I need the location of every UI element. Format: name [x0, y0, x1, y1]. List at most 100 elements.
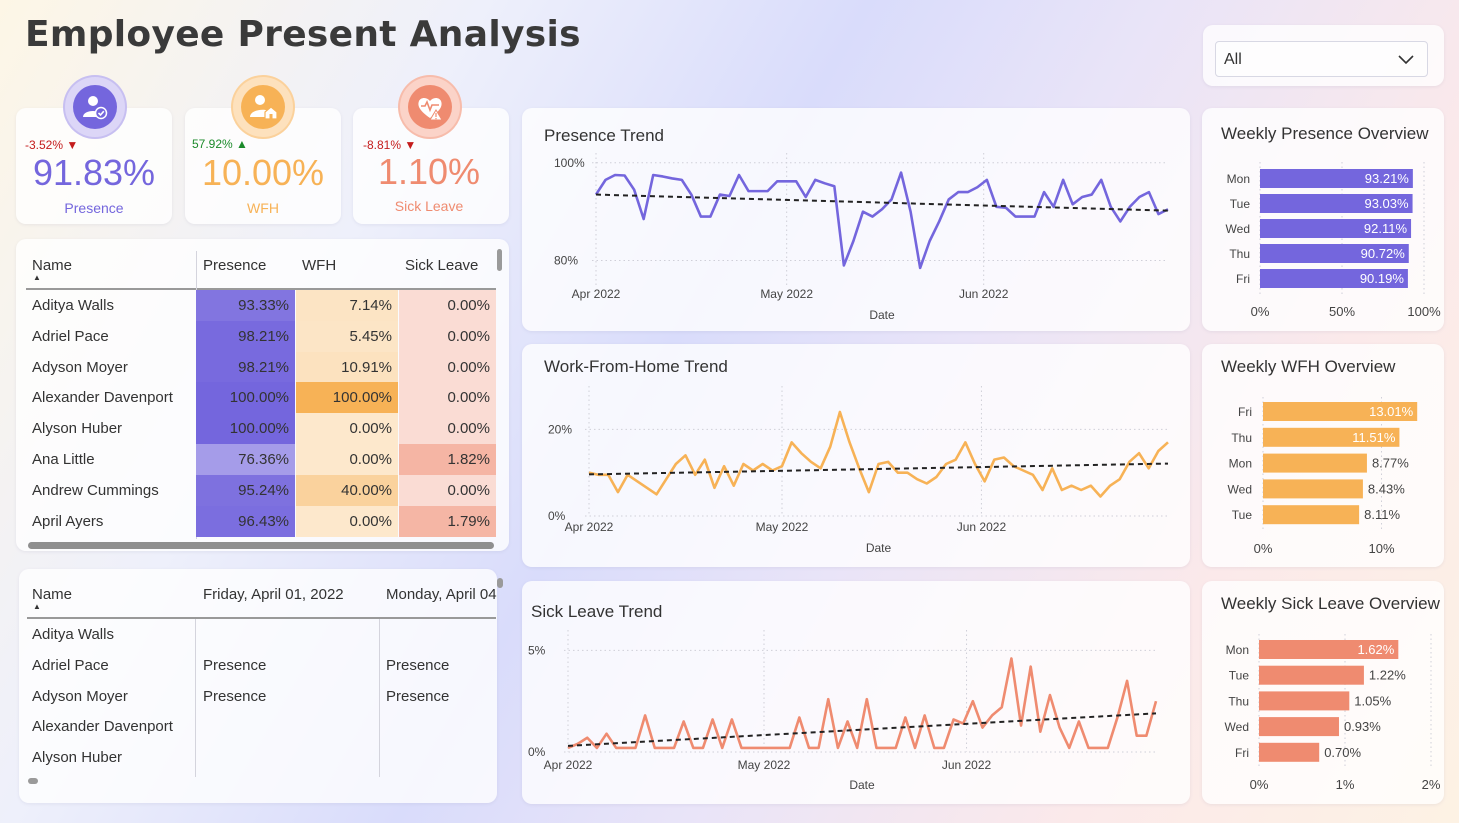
category-label: Thu: [1231, 431, 1252, 445]
y-tick-label: 80%: [554, 254, 578, 268]
cell-sick: 1.79%: [399, 505, 496, 537]
data-label: 8.43%: [1368, 481, 1405, 496]
col-header-wfh[interactable]: WFH: [302, 257, 336, 274]
col-header-date-2[interactable]: Monday, April 04: [386, 586, 498, 603]
category-label: Thu: [1228, 694, 1249, 708]
data-label: 0.70%: [1324, 745, 1361, 760]
cell-presence: 93.33%: [196, 290, 295, 321]
person-check-icon: [83, 96, 108, 120]
kpi-label-wfh: WFH: [247, 200, 279, 216]
category-label: Mon: [1227, 172, 1250, 186]
cell-date-1: Presence: [203, 656, 267, 674]
y-tick-label: 100%: [554, 156, 585, 170]
triangle-down-icon: ▼: [66, 138, 79, 152]
weekly-presence-title: Weekly Presence Overview: [1221, 124, 1429, 143]
cell-sick: 0.00%: [399, 351, 496, 383]
x-tick-label: Jun 2022: [959, 287, 1009, 301]
kpi-value-wfh: 10.00%: [201, 152, 325, 193]
cell-name: Alyson Huber: [32, 749, 123, 767]
category-label: Mon: [1226, 643, 1249, 657]
x-axis-label: Date: [866, 541, 892, 555]
horizontal-scrollbar[interactable]: [28, 542, 494, 549]
cell-name: Adyson Moyer: [32, 358, 128, 376]
data-label: 0.93%: [1344, 719, 1381, 734]
col-divider-2: [379, 619, 380, 777]
cell-name: Adriel Pace: [32, 327, 109, 345]
category-label: Tue: [1230, 197, 1251, 211]
x-tick-label: Apr 2022: [565, 520, 614, 534]
cell-date-2: Presence: [386, 656, 450, 674]
weekly-sick-title: Weekly Sick Leave Overview: [1221, 594, 1440, 613]
cell-name: Adyson Moyer: [32, 687, 128, 705]
kpi-icon-wfh: [233, 77, 293, 137]
cell-wfh: 100.00%: [296, 382, 398, 414]
cell-wfh: 7.14%: [296, 290, 398, 321]
data-label: 11.51%: [1352, 430, 1396, 445]
triangle-down-icon: ▼: [404, 138, 417, 152]
cell-presence: 95.24%: [196, 474, 295, 506]
col-divider-1: [195, 619, 196, 777]
kpi-icon-sick: [400, 77, 460, 137]
filter-dropdown[interactable]: All: [1215, 41, 1428, 77]
series-line: [567, 657, 1158, 750]
data-label: 13.01%: [1369, 404, 1414, 419]
data-label: 8.11%: [1364, 507, 1400, 522]
sort-asc-icon: ▲: [33, 602, 41, 611]
col-header-sick[interactable]: Sick Leave: [405, 257, 478, 274]
weekly-sick-chart: 0% 1% 2% Mon 1.62% Tue 1.22% Thu 1.05% Wed 0.93% Fr…: [1225, 634, 1441, 792]
y-tick-label: 5%: [528, 643, 546, 657]
cell-presence: 98.21%: [196, 320, 295, 352]
vertical-scrollbar[interactable]: [497, 249, 502, 271]
col-header-presence[interactable]: Presence: [203, 257, 266, 274]
cell-name: Ana Little: [32, 451, 95, 468]
vertical-scrollbar[interactable]: [497, 578, 503, 588]
category-label: Tue: [1229, 669, 1250, 683]
cell-presence: 100.00%: [196, 413, 295, 445]
chevron-down-icon: [1397, 50, 1415, 73]
kpi-delta-presence: -3.52% ▼: [25, 138, 79, 152]
kpi-delta-wfh: 57.92% ▲: [192, 137, 248, 151]
x-tick-label: 100%: [1407, 304, 1441, 319]
col-header-date-1[interactable]: Friday, April 01, 2022: [203, 586, 344, 603]
cell-name: Alyson Huber: [32, 420, 123, 438]
cell-name: Aditya Walls: [32, 626, 114, 643]
category-label: Fri: [1236, 272, 1250, 286]
presence-trend-chart: 100% 80% Apr 2022 May 2022 Jun 2022 Date: [554, 153, 1169, 322]
triangle-up-icon: ▲: [236, 137, 248, 151]
weekly-wfh-title: Weekly WFH Overview: [1221, 357, 1396, 376]
cell-wfh: 0.00%: [296, 413, 398, 445]
bar: [1263, 505, 1360, 525]
col-header-name[interactable]: Name: [32, 257, 72, 274]
x-tick-label: Jun 2022: [957, 520, 1007, 534]
cell-sick: 0.00%: [399, 413, 496, 445]
cell-wfh: 10.91%: [296, 351, 398, 383]
bar: [1259, 665, 1364, 685]
filter-value: All: [1224, 51, 1242, 68]
cell-name: Adriel Pace: [32, 656, 109, 674]
col-header-name[interactable]: Name: [32, 586, 72, 603]
y-tick-label: 20%: [548, 422, 572, 436]
x-tick-label: 1%: [1336, 777, 1355, 792]
sick-trend-chart: 5% 0%Apr 2022 May 2022 Jun 2022 Date: [528, 630, 1158, 792]
x-tick-label: Apr 2022: [572, 287, 621, 301]
kpi-delta-sick: -8.81% ▼: [363, 138, 417, 152]
category-label: Fri: [1238, 405, 1252, 419]
category-label: Fri: [1235, 746, 1249, 760]
bar: [1263, 479, 1363, 499]
horizontal-scrollbar[interactable]: [28, 778, 38, 784]
page-title: Employee Present Analysis: [25, 14, 581, 55]
cell-sick: 0.00%: [399, 290, 496, 321]
kpi-value-sick: 1.10%: [377, 151, 481, 192]
series-line: [588, 410, 1169, 498]
daily-table: Name ▲ Friday, April 01, 2022 Monday, Ap…: [19, 569, 503, 803]
cell-wfh: 0.00%: [296, 505, 398, 537]
x-tick-label: Apr 2022: [544, 758, 593, 772]
x-tick-label: Jun 2022: [942, 758, 992, 772]
sort-asc-icon: ▲: [33, 273, 41, 282]
kpi-icon-presence: [65, 77, 125, 137]
x-tick-label: 2%: [1422, 777, 1441, 792]
data-label: 1.62%: [1357, 642, 1394, 657]
data-label: 8.77%: [1372, 456, 1409, 471]
x-tick-label: 0%: [1254, 541, 1273, 556]
data-label: 90.72%: [1361, 246, 1406, 261]
